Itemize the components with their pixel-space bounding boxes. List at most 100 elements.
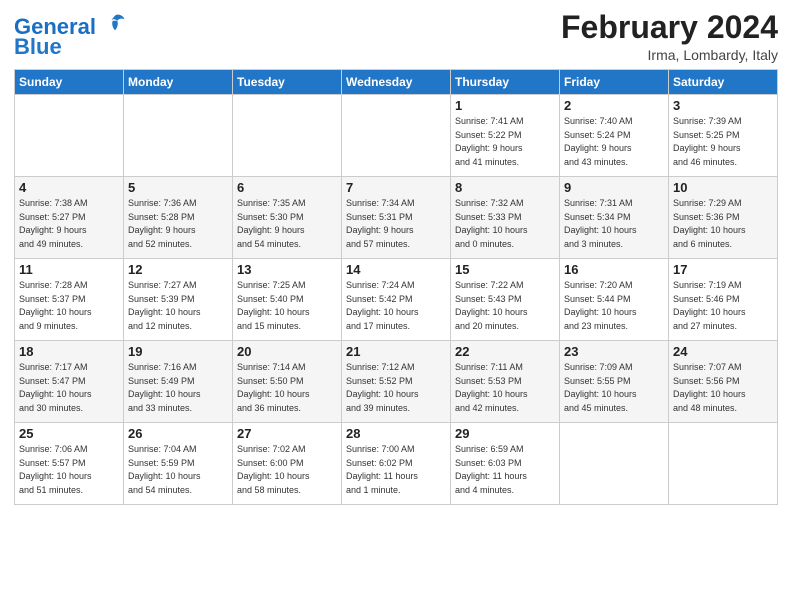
day-number: 22	[455, 344, 555, 359]
day-detail: Sunrise: 7:40 AM Sunset: 5:24 PM Dayligh…	[564, 115, 664, 169]
calendar-body: 1 Sunrise: 7:41 AM Sunset: 5:22 PM Daylig…	[15, 95, 778, 505]
table-row	[560, 423, 669, 505]
table-row	[233, 95, 342, 177]
day-detail: Sunrise: 7:14 AM Sunset: 5:50 PM Dayligh…	[237, 361, 337, 415]
month-year-title: February 2024	[561, 10, 778, 45]
calendar-week-row: 4 Sunrise: 7:38 AM Sunset: 5:27 PM Daylig…	[15, 177, 778, 259]
table-row: 21 Sunrise: 7:12 AM Sunset: 5:52 PM Dayli…	[342, 341, 451, 423]
calendar-header-row: Sunday Monday Tuesday Wednesday Thursday…	[15, 70, 778, 95]
day-number: 8	[455, 180, 555, 195]
table-row: 6 Sunrise: 7:35 AM Sunset: 5:30 PM Daylig…	[233, 177, 342, 259]
day-detail: Sunrise: 7:22 AM Sunset: 5:43 PM Dayligh…	[455, 279, 555, 333]
day-number: 19	[128, 344, 228, 359]
calendar-week-row: 18Sunrise: 7:17 AM Sunset: 5:47 PM Dayli…	[15, 341, 778, 423]
table-row: 4 Sunrise: 7:38 AM Sunset: 5:27 PM Daylig…	[15, 177, 124, 259]
day-detail: Sunrise: 7:24 AM Sunset: 5:42 PM Dayligh…	[346, 279, 446, 333]
day-detail: Sunrise: 7:06 AM Sunset: 5:57 PM Dayligh…	[19, 443, 119, 497]
table-row: 27 Sunrise: 7:02 AM Sunset: 6:00 PM Dayli…	[233, 423, 342, 505]
day-number: 25	[19, 426, 119, 441]
col-thursday: Thursday	[451, 70, 560, 95]
day-number: 28	[346, 426, 446, 441]
day-number: 7	[346, 180, 446, 195]
table-row: 9 Sunrise: 7:31 AM Sunset: 5:34 PM Daylig…	[560, 177, 669, 259]
table-row: 8 Sunrise: 7:32 AM Sunset: 5:33 PM Daylig…	[451, 177, 560, 259]
table-row	[342, 95, 451, 177]
day-number: 6	[237, 180, 337, 195]
table-row: 29Sunrise: 6:59 AM Sunset: 6:03 PM Dayli…	[451, 423, 560, 505]
table-row: 24 Sunrise: 7:07 AM Sunset: 5:56 PM Dayli…	[669, 341, 778, 423]
table-row: 17Sunrise: 7:19 AM Sunset: 5:46 PM Dayli…	[669, 259, 778, 341]
day-detail: Sunrise: 6:59 AM Sunset: 6:03 PM Dayligh…	[455, 443, 555, 497]
col-sunday: Sunday	[15, 70, 124, 95]
day-number: 1	[455, 98, 555, 113]
calendar-week-row: 11 Sunrise: 7:28 AM Sunset: 5:37 PM Dayli…	[15, 259, 778, 341]
day-detail: Sunrise: 7:31 AM Sunset: 5:34 PM Dayligh…	[564, 197, 664, 251]
day-number: 18	[19, 344, 119, 359]
day-number: 21	[346, 344, 446, 359]
day-detail: Sunrise: 7:29 AM Sunset: 5:36 PM Dayligh…	[673, 197, 773, 251]
day-detail: Sunrise: 7:07 AM Sunset: 5:56 PM Dayligh…	[673, 361, 773, 415]
day-number: 13	[237, 262, 337, 277]
day-number: 20	[237, 344, 337, 359]
day-number: 5	[128, 180, 228, 195]
day-detail: Sunrise: 7:39 AM Sunset: 5:25 PM Dayligh…	[673, 115, 773, 169]
col-tuesday: Tuesday	[233, 70, 342, 95]
col-wednesday: Wednesday	[342, 70, 451, 95]
table-row: 23 Sunrise: 7:09 AM Sunset: 5:55 PM Dayli…	[560, 341, 669, 423]
day-detail: Sunrise: 7:00 AM Sunset: 6:02 PM Dayligh…	[346, 443, 446, 497]
table-row: 22Sunrise: 7:11 AM Sunset: 5:53 PM Dayli…	[451, 341, 560, 423]
day-detail: Sunrise: 7:28 AM Sunset: 5:37 PM Dayligh…	[19, 279, 119, 333]
day-detail: Sunrise: 7:25 AM Sunset: 5:40 PM Dayligh…	[237, 279, 337, 333]
day-number: 23	[564, 344, 664, 359]
table-row: 7 Sunrise: 7:34 AM Sunset: 5:31 PM Daylig…	[342, 177, 451, 259]
day-detail: Sunrise: 7:04 AM Sunset: 5:59 PM Dayligh…	[128, 443, 228, 497]
day-detail: Sunrise: 7:35 AM Sunset: 5:30 PM Dayligh…	[237, 197, 337, 251]
day-detail: Sunrise: 7:09 AM Sunset: 5:55 PM Dayligh…	[564, 361, 664, 415]
day-number: 4	[19, 180, 119, 195]
col-monday: Monday	[124, 70, 233, 95]
day-number: 10	[673, 180, 773, 195]
day-detail: Sunrise: 7:32 AM Sunset: 5:33 PM Dayligh…	[455, 197, 555, 251]
day-number: 15	[455, 262, 555, 277]
table-row: 10 Sunrise: 7:29 AM Sunset: 5:36 PM Dayli…	[669, 177, 778, 259]
col-saturday: Saturday	[669, 70, 778, 95]
day-detail: Sunrise: 7:16 AM Sunset: 5:49 PM Dayligh…	[128, 361, 228, 415]
day-detail: Sunrise: 7:02 AM Sunset: 6:00 PM Dayligh…	[237, 443, 337, 497]
table-row: 11 Sunrise: 7:28 AM Sunset: 5:37 PM Dayli…	[15, 259, 124, 341]
day-number: 12	[128, 262, 228, 277]
day-number: 2	[564, 98, 664, 113]
day-detail: Sunrise: 7:27 AM Sunset: 5:39 PM Dayligh…	[128, 279, 228, 333]
page-container: General Blue February 2024 Irma, Lombard…	[0, 0, 792, 513]
day-number: 27	[237, 426, 337, 441]
day-detail: Sunrise: 7:12 AM Sunset: 5:52 PM Dayligh…	[346, 361, 446, 415]
day-detail: Sunrise: 7:38 AM Sunset: 5:27 PM Dayligh…	[19, 197, 119, 251]
day-number: 9	[564, 180, 664, 195]
day-number: 16	[564, 262, 664, 277]
table-row: 5 Sunrise: 7:36 AM Sunset: 5:28 PM Daylig…	[124, 177, 233, 259]
day-number: 24	[673, 344, 773, 359]
day-detail: Sunrise: 7:36 AM Sunset: 5:28 PM Dayligh…	[128, 197, 228, 251]
day-number: 14	[346, 262, 446, 277]
col-friday: Friday	[560, 70, 669, 95]
table-row: 16Sunrise: 7:20 AM Sunset: 5:44 PM Dayli…	[560, 259, 669, 341]
table-row: 26 Sunrise: 7:04 AM Sunset: 5:59 PM Dayli…	[124, 423, 233, 505]
title-block: February 2024 Irma, Lombardy, Italy	[561, 10, 778, 63]
calendar-table: Sunday Monday Tuesday Wednesday Thursday…	[14, 69, 778, 505]
table-row: 20 Sunrise: 7:14 AM Sunset: 5:50 PM Dayli…	[233, 341, 342, 423]
day-number: 11	[19, 262, 119, 277]
table-row: 3Sunrise: 7:39 AM Sunset: 5:25 PM Daylig…	[669, 95, 778, 177]
table-row: 28 Sunrise: 7:00 AM Sunset: 6:02 PM Dayli…	[342, 423, 451, 505]
table-row: 12 Sunrise: 7:27 AM Sunset: 5:39 PM Dayli…	[124, 259, 233, 341]
day-detail: Sunrise: 7:34 AM Sunset: 5:31 PM Dayligh…	[346, 197, 446, 251]
page-header: General Blue February 2024 Irma, Lombard…	[14, 10, 778, 63]
table-row: 2 Sunrise: 7:40 AM Sunset: 5:24 PM Daylig…	[560, 95, 669, 177]
table-row: 1 Sunrise: 7:41 AM Sunset: 5:22 PM Daylig…	[451, 95, 560, 177]
day-detail: Sunrise: 7:19 AM Sunset: 5:46 PM Dayligh…	[673, 279, 773, 333]
table-row: 14 Sunrise: 7:24 AM Sunset: 5:42 PM Dayli…	[342, 259, 451, 341]
day-number: 26	[128, 426, 228, 441]
table-row: 15 Sunrise: 7:22 AM Sunset: 5:43 PM Dayli…	[451, 259, 560, 341]
day-detail: Sunrise: 7:41 AM Sunset: 5:22 PM Dayligh…	[455, 115, 555, 169]
table-row: 18Sunrise: 7:17 AM Sunset: 5:47 PM Dayli…	[15, 341, 124, 423]
table-row: 19 Sunrise: 7:16 AM Sunset: 5:49 PM Dayli…	[124, 341, 233, 423]
logo: General Blue	[14, 14, 126, 60]
